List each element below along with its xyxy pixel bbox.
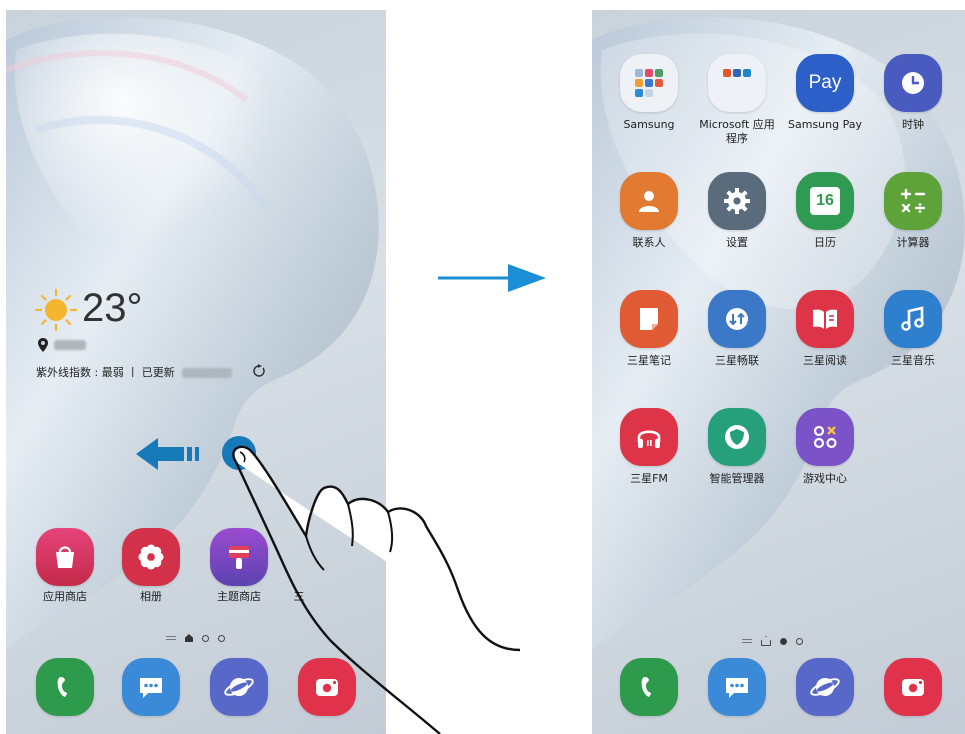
app-label: 计算器 xyxy=(896,236,930,249)
app-label: Samsung Pay xyxy=(788,118,862,131)
smart-manager-icon xyxy=(725,425,749,449)
app-samsung-pay[interactable]: Pay xyxy=(796,54,854,112)
phone-icon xyxy=(641,677,651,697)
camera-icon xyxy=(902,679,924,696)
galaxy-store-icon xyxy=(56,546,74,568)
weather-uv-row: 紫外线指数 : 最弱 丨 已更新 xyxy=(36,364,233,380)
update-time-blurred xyxy=(182,368,233,378)
calculator-icon xyxy=(900,188,926,213)
app-label: 设置 xyxy=(726,236,748,249)
app-label: 日历 xyxy=(814,236,836,249)
page-menu-indicator xyxy=(166,636,176,640)
app-contacts[interactable] xyxy=(620,172,678,230)
swipe-left-arrow xyxy=(136,438,199,470)
phone-icon xyxy=(57,677,67,697)
app-game-center[interactable] xyxy=(796,408,854,466)
samsung-reader-icon xyxy=(813,309,837,329)
samsung-connect-icon xyxy=(726,308,748,330)
calendar-date: 16 xyxy=(816,192,834,209)
weather-uv-text: 紫外线指数 : 最弱 丨 已更新 xyxy=(36,366,175,379)
app-label: 智能管理器 xyxy=(709,472,765,485)
app-gallery[interactable] xyxy=(122,528,180,586)
fm-radio-icon xyxy=(637,430,661,448)
app-samsung-music[interactable] xyxy=(884,290,942,348)
refresh-icon[interactable] xyxy=(252,364,266,378)
apps-screen-right: Samsung Microsoft 应用 程序 Pay Samsung Pay … xyxy=(592,10,965,734)
dock-messages[interactable] xyxy=(708,658,766,716)
page-indicator xyxy=(742,636,803,646)
app-label: 三星畅联 xyxy=(715,354,759,367)
app-label: 应用商店 xyxy=(43,590,87,603)
page-dot xyxy=(796,637,803,645)
app-calendar[interactable]: 16 xyxy=(796,172,854,230)
microsoft-folder-icon xyxy=(723,69,751,77)
app-label: 游戏中心 xyxy=(803,472,847,485)
app-label: 三星FM xyxy=(630,472,668,485)
music-icon xyxy=(901,306,924,331)
internet-icon xyxy=(810,678,840,696)
app-label: Microsoft 应用 程序 xyxy=(699,118,775,145)
app-samsung-reader[interactable] xyxy=(796,290,854,348)
dock-camera[interactable] xyxy=(884,658,942,716)
samsung-pay-icon: Pay xyxy=(808,72,842,93)
samsung-folder-icon xyxy=(635,69,663,97)
app-samsung-connect[interactable] xyxy=(708,290,766,348)
app-clock[interactable] xyxy=(884,54,942,112)
page-menu-indicator xyxy=(742,639,752,643)
app-label: 三星阅读 xyxy=(803,354,847,367)
home-page-indicator xyxy=(185,634,193,642)
weather-temperature[interactable]: 23° xyxy=(82,286,143,331)
app-samsung-folder[interactable] xyxy=(620,54,678,112)
location-blurred xyxy=(54,340,86,350)
app-microsoft-folder[interactable] xyxy=(708,54,766,112)
calendar-icon: 16 xyxy=(810,187,840,215)
app-label: Samsung xyxy=(623,118,675,131)
app-samsung-fm[interactable] xyxy=(620,408,678,466)
dock-phone[interactable] xyxy=(36,658,94,716)
gallery-icon xyxy=(138,544,164,570)
page-indicator xyxy=(166,634,225,642)
game-center-icon xyxy=(813,425,837,449)
page-dot xyxy=(202,634,209,642)
hand-gesture-illustration xyxy=(232,445,521,734)
app-galaxy-store[interactable] xyxy=(36,528,94,586)
app-settings[interactable] xyxy=(708,172,766,230)
home-page-indicator xyxy=(761,636,771,646)
app-smart-manager[interactable] xyxy=(708,408,766,466)
settings-icon xyxy=(724,188,750,214)
app-calculator[interactable] xyxy=(884,172,942,230)
transition-arrow xyxy=(438,264,546,292)
contacts-icon xyxy=(639,191,659,212)
app-samsung-notes[interactable] xyxy=(620,290,678,348)
clock-icon xyxy=(902,72,924,94)
page-dot-active xyxy=(780,637,787,645)
app-label: 三星笔记 xyxy=(627,354,671,367)
app-label: 联系人 xyxy=(632,236,666,249)
app-label: 三星音乐 xyxy=(891,354,935,367)
messages-icon xyxy=(140,678,162,698)
samsung-notes-icon xyxy=(640,308,658,330)
dock-internet[interactable] xyxy=(796,658,854,716)
app-label: 相册 xyxy=(140,590,162,603)
dock-phone[interactable] xyxy=(620,658,678,716)
sun-icon xyxy=(34,288,78,332)
dock-messages[interactable] xyxy=(122,658,180,716)
messages-icon xyxy=(726,678,748,698)
app-label: 时钟 xyxy=(902,118,924,131)
location-pin-icon xyxy=(38,338,48,352)
